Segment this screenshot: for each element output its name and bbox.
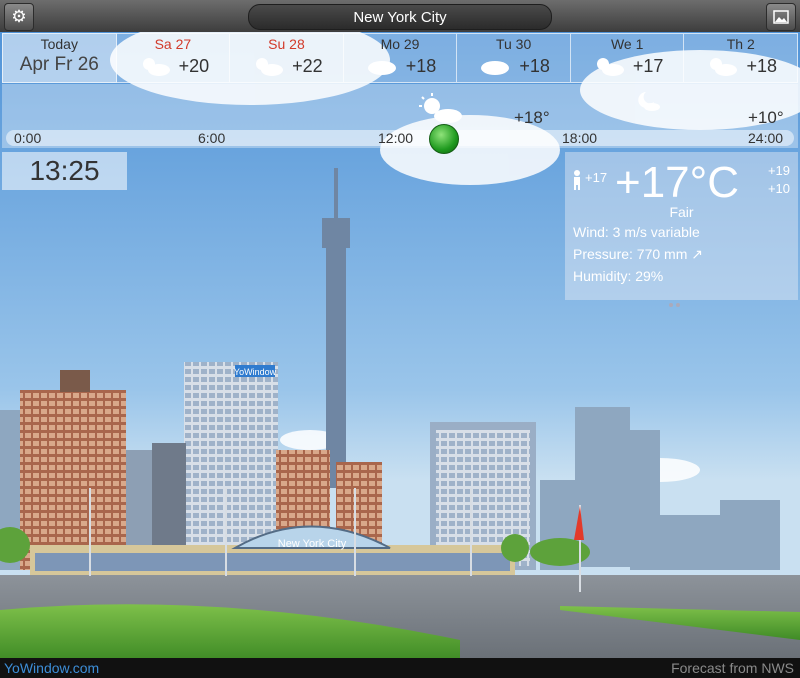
day-name: Th 2 [726, 36, 755, 52]
city-name: New York City [353, 8, 447, 26]
city-selector[interactable]: New York City [248, 4, 552, 30]
forecast-day[interactable]: Sa 27 +20 [116, 33, 231, 83]
today-date: Apr Fr 26 [19, 54, 99, 75]
sun-cloud-icon [142, 58, 170, 76]
condition: Fair [669, 204, 694, 220]
forecast-source: Forecast from NWS [671, 660, 794, 676]
hourly-temp-night: +10° [748, 108, 784, 127]
pressure-rising-icon: ↗ [691, 246, 703, 262]
day-temp: +18 [746, 56, 778, 76]
time-label: 12:00 [378, 130, 414, 146]
yowindow-sign: YoWindow [234, 367, 277, 377]
gallery-button[interactable] [766, 3, 796, 31]
yowindow-link[interactable]: YoWindow.com [4, 660, 99, 676]
forecast-strip: Today Apr Fr 26 Sa 27 +20 Su 28 +22 Mo 2… [2, 33, 799, 83]
settings-button[interactable]: ⚙ [4, 3, 34, 31]
sun-cloud-icon [596, 58, 624, 76]
day-temp: +18 [405, 56, 437, 76]
humidity: Humidity: 29% [573, 268, 664, 284]
forecast-day[interactable]: We 1 +17 [570, 33, 685, 83]
moon-cloud-icon [638, 92, 660, 111]
footer: YoWindow.com Forecast from NWS [0, 658, 800, 678]
time-label: 6:00 [198, 130, 226, 146]
day-name: Sa 27 [154, 36, 192, 52]
day-temp: +18 [519, 56, 550, 76]
sun-cloud-icon [256, 58, 284, 76]
gear-icon: ⚙ [11, 7, 27, 26]
day-name: Today [40, 36, 78, 52]
day-name: Tu 30 [495, 36, 532, 52]
high-low: +19 +10 [768, 162, 790, 198]
forecast-day[interactable]: Mo 29 +18 [343, 33, 458, 83]
cloud-icon [481, 61, 510, 75]
day-temp: +22 [292, 56, 323, 76]
station-sign: New York City [278, 538, 347, 550]
forecast-day[interactable]: Th 2 +18 [684, 33, 799, 83]
time-label: 18:00 [562, 130, 598, 146]
time-label: 0:00 [14, 130, 42, 146]
current-weather-panel[interactable]: +17 +17°C +19 +10 Fair Wind: 3 m/s varia… [565, 152, 798, 307]
low-temp: +10 [767, 181, 790, 196]
wind: Wind: 3 m/s variable [573, 224, 700, 240]
day-temp: +20 [178, 56, 210, 76]
picture-icon [773, 10, 789, 24]
time-label: 24:00 [748, 130, 784, 146]
day-name: Mo 29 [380, 36, 420, 52]
sun-cloud-icon [710, 58, 738, 76]
person-icon [574, 170, 580, 190]
clock: 13:25 [2, 152, 127, 190]
page-indicator[interactable] [669, 294, 685, 307]
forecast-day-today[interactable]: Today Apr Fr 26 [2, 33, 117, 83]
forecast-day[interactable]: Tu 30 +18 [457, 33, 571, 83]
cloud-icon [367, 61, 396, 75]
day-name: Su 28 [268, 36, 305, 52]
time-slider-knob[interactable] [429, 124, 459, 154]
day-name: We 1 [610, 36, 644, 52]
day-temp: +17 [632, 56, 664, 76]
hourly-temp-day: +18° [514, 108, 550, 127]
forecast-day[interactable]: Su 28 +22 [230, 33, 344, 83]
pressure: Pressure: 770 mm ↗ [573, 246, 703, 263]
pressure-value: Pressure: 770 mm [573, 246, 688, 262]
sun-cloud-icon [419, 93, 462, 123]
high-temp: +19 [767, 163, 790, 178]
feels-like-temp: +17 [585, 170, 608, 185]
top-bar: ⚙ New York City [0, 0, 800, 32]
current-temp: +17°C [615, 158, 740, 207]
